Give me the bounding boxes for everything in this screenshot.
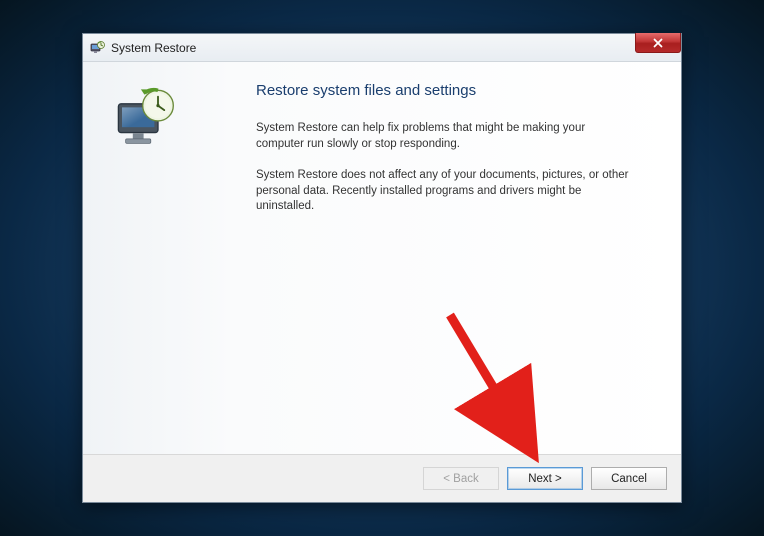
wizard-footer: < Back Next > Cancel xyxy=(83,454,681,502)
restore-monitor-clock-icon xyxy=(113,84,185,156)
close-button[interactable] xyxy=(635,33,681,53)
system-restore-icon xyxy=(89,40,105,56)
next-button[interactable]: Next > xyxy=(507,467,583,490)
window-title: System Restore xyxy=(111,41,196,55)
wizard-sidebar xyxy=(83,62,248,454)
system-restore-window: System Restore xyxy=(82,33,682,503)
description-paragraph-1: System Restore can help fix problems tha… xyxy=(256,121,636,152)
close-icon xyxy=(653,38,663,48)
titlebar: System Restore xyxy=(83,34,681,62)
wizard-content: Restore system files and settings System… xyxy=(248,62,681,454)
wizard-body: Restore system files and settings System… xyxy=(83,62,681,454)
back-button: < Back xyxy=(423,467,499,490)
cancel-button[interactable]: Cancel xyxy=(591,467,667,490)
page-heading: Restore system files and settings xyxy=(256,82,653,99)
description-paragraph-2: System Restore does not affect any of yo… xyxy=(256,168,636,215)
